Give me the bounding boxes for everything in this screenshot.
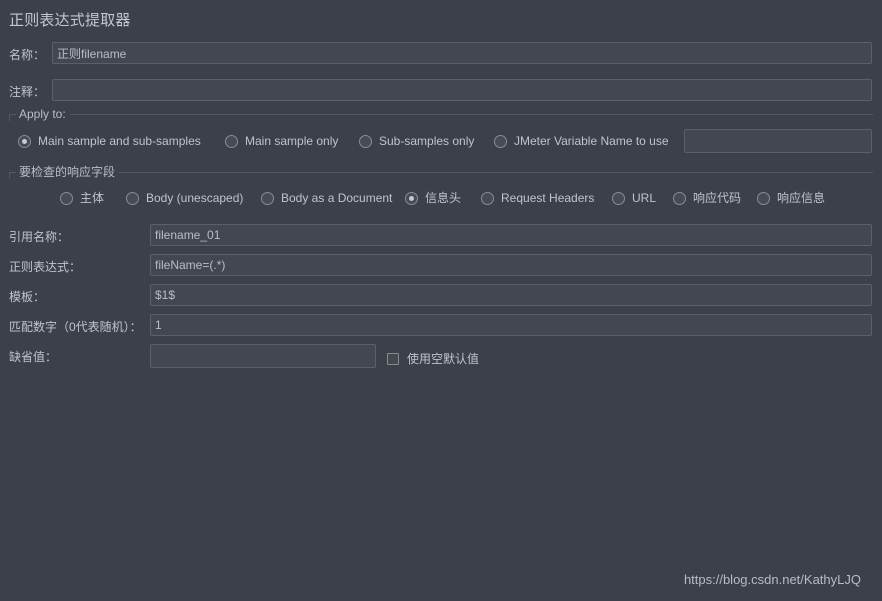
page-title: 正则表达式提取器	[9, 12, 131, 29]
radio-body-unescaped[interactable]: Body (unescaped)	[126, 190, 243, 206]
match-no-label: 匹配数字（0代表随机）：	[9, 320, 142, 334]
radio-request-headers[interactable]: Request Headers	[481, 190, 594, 206]
checkbox-box-icon	[387, 352, 399, 365]
radio-label: JMeter Variable Name to use	[514, 134, 669, 148]
radio-dot-icon	[359, 134, 372, 148]
group-border-top	[9, 172, 873, 173]
name-input[interactable]	[52, 42, 872, 64]
radio-sub-samples-only[interactable]: Sub-samples only	[359, 133, 474, 149]
template-label: 模板：	[9, 290, 46, 304]
template-input[interactable]	[150, 284, 872, 306]
comment-label: 注释：	[9, 85, 46, 99]
radio-dot-icon	[494, 134, 507, 148]
radio-dot-icon	[18, 134, 31, 148]
apply-to-legend: Apply to:	[16, 107, 70, 121]
comment-input[interactable]	[52, 79, 872, 101]
jmeter-variable-input[interactable]	[684, 129, 872, 153]
radio-dot-icon	[261, 191, 274, 205]
radio-dot-icon	[60, 191, 73, 205]
group-border-left	[9, 172, 10, 179]
radio-label: Main sample and sub-samples	[38, 134, 201, 148]
radio-label: 响应信息	[777, 191, 826, 205]
radio-label: 信息头	[425, 191, 462, 205]
radio-main-sample-and-sub-samples[interactable]: Main sample and sub-samples	[18, 133, 201, 149]
radio-label: Request Headers	[501, 191, 595, 205]
default-value-input[interactable]	[150, 344, 376, 368]
radio-label: Main sample only	[245, 134, 339, 148]
radio-dot-icon	[757, 191, 770, 205]
radio-dot-icon	[481, 191, 494, 205]
radio-label: Sub-samples only	[379, 134, 475, 148]
radio-response-headers[interactable]: 信息头	[405, 190, 461, 206]
regex-label: 正则表达式：	[9, 260, 82, 274]
regex-extractor-panel: 正则表达式提取器 名称： 注释： Apply to: Main sample a…	[0, 0, 882, 601]
radio-label: 响应代码	[693, 191, 742, 205]
response-field-legend: 要检查的响应字段	[16, 165, 120, 179]
checkbox-label: 使用空默认值	[407, 352, 480, 366]
radio-dot-icon	[126, 191, 139, 205]
default-value-label: 缺省值：	[9, 350, 58, 364]
radio-response-message[interactable]: 响应信息	[757, 190, 825, 206]
radio-response-code[interactable]: 响应代码	[673, 190, 741, 206]
reference-name-label: 引用名称：	[9, 230, 70, 244]
use-empty-default-checkbox[interactable]: 使用空默认值	[387, 350, 479, 367]
radio-label: Body (unescaped)	[146, 191, 244, 205]
radio-jmeter-variable-name[interactable]: JMeter Variable Name to use	[494, 133, 669, 149]
radio-body-as-a-document[interactable]: Body as a Document	[261, 190, 392, 206]
group-border-left	[9, 114, 10, 121]
radio-dot-icon	[673, 191, 686, 205]
watermark-text: https://blog.csdn.net/KathyLJQ	[683, 572, 861, 587]
radio-main-sample-only[interactable]: Main sample only	[225, 133, 338, 149]
radio-url[interactable]: URL	[612, 190, 656, 206]
radio-label: URL	[632, 191, 657, 205]
group-border-top	[9, 114, 873, 115]
reference-name-input[interactable]	[150, 224, 872, 246]
radio-dot-icon	[405, 191, 418, 205]
radio-label: 主体	[80, 191, 105, 205]
match-no-input[interactable]	[150, 314, 872, 336]
radio-label: Body as a Document	[281, 191, 393, 205]
name-label: 名称：	[9, 48, 46, 62]
regex-input[interactable]	[150, 254, 872, 276]
radio-body[interactable]: 主体	[60, 190, 104, 206]
radio-dot-icon	[225, 134, 238, 148]
radio-dot-icon	[612, 191, 625, 205]
